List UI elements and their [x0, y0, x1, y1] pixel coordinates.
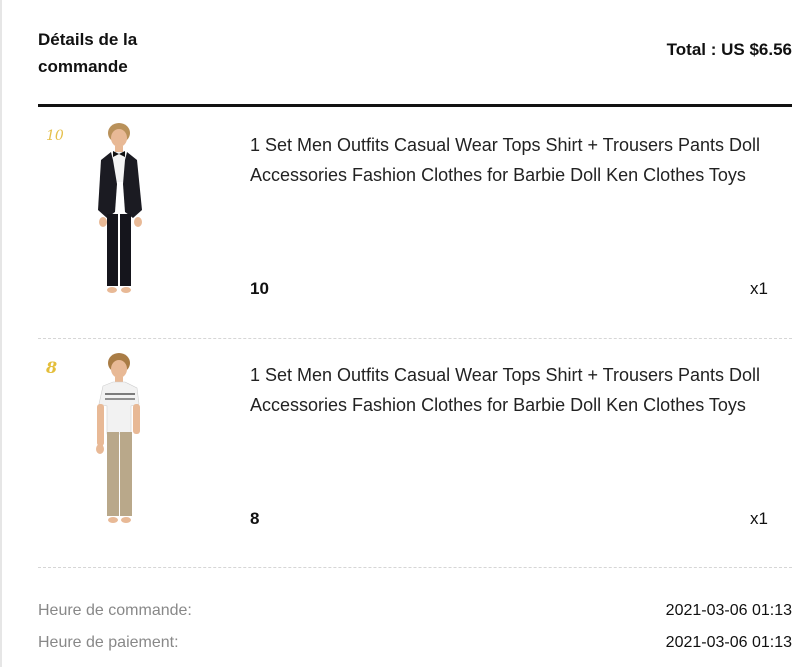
product-variant: 10: [250, 279, 269, 298]
payment-time-label: Heure de paiement:: [38, 634, 179, 651]
product-quantity: x1: [750, 509, 768, 528]
order-time-row: Heure de commande: 2021-03-06 01:13: [38, 602, 792, 626]
payment-time-row: Heure de paiement: 2021-03-06 01:13: [38, 634, 792, 658]
thumbnail-variant-number: 10: [46, 128, 64, 144]
product-thumbnail[interactable]: 10: [38, 122, 198, 322]
left-frame-border: [0, 0, 2, 667]
doll-white-shirt-khaki-pants-icon: [96, 353, 140, 523]
order-time-label: Heure de commande:: [38, 602, 192, 619]
order-item[interactable]: 10 1 Set Men Outfits Casual Wear Tops Sh…: [38, 108, 792, 338]
thumbnail-variant-number: 8: [46, 358, 58, 377]
product-thumbnail[interactable]: 8: [38, 352, 198, 552]
order-details-header: Détails de la commande Total : US $6.56: [38, 26, 792, 86]
payment-time-value: 2021-03-06 01:13: [665, 634, 792, 651]
doll-black-suit-icon: [98, 123, 142, 293]
item-divider: [38, 567, 792, 568]
order-item[interactable]: 8 1 Set Men Outfits Casual Wear Tops Shi…: [38, 338, 792, 568]
product-title[interactable]: 1 Set Men Outfits Casual Wear Tops Shirt…: [250, 360, 780, 420]
product-variant: 8: [250, 509, 260, 528]
product-quantity: x1: [750, 279, 768, 298]
order-time-value: 2021-03-06 01:13: [665, 602, 792, 619]
header-divider: [38, 104, 792, 107]
order-total: Total : US $6.56: [666, 40, 792, 59]
order-details-title: Détails de la commande: [38, 30, 138, 76]
product-title[interactable]: 1 Set Men Outfits Casual Wear Tops Shirt…: [250, 130, 780, 190]
